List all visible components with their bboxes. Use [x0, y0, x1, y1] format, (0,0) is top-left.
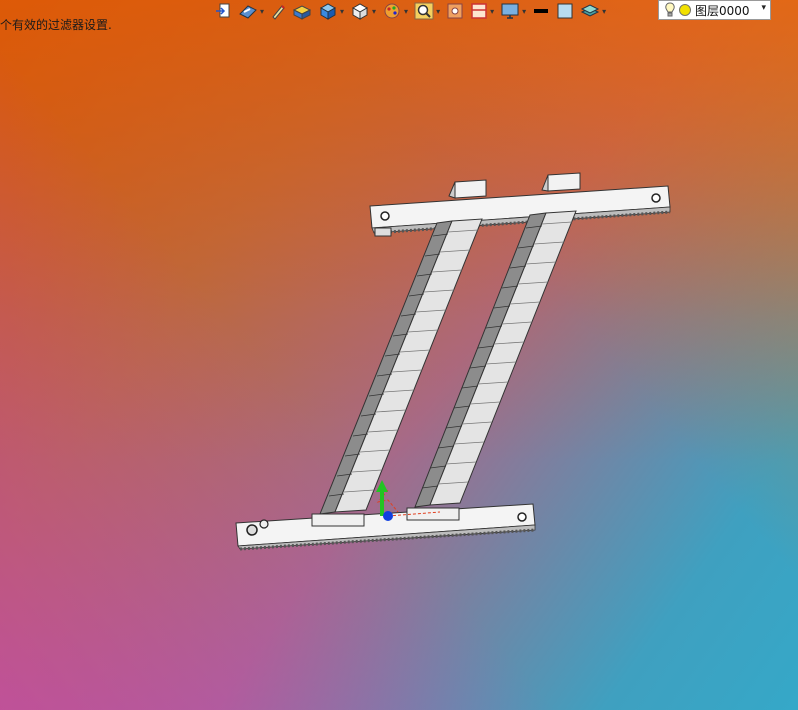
exit-sketch-button[interactable] [214, 1, 232, 21]
line-color-icon [534, 9, 549, 13]
monitor-icon [501, 3, 519, 19]
zoom-icon [414, 2, 434, 20]
fill-color-icon [557, 3, 573, 19]
edit-pen-button[interactable] [270, 1, 286, 21]
hide-show-button[interactable]: ▾ [350, 1, 376, 21]
conveyor-frame-model[interactable] [0, 0, 798, 710]
layer-stack-icon [580, 4, 600, 17]
edit-appearance-button[interactable]: ▾ [382, 1, 408, 21]
section-view-button[interactable] [292, 1, 312, 21]
edit-pen-icon [272, 5, 285, 20]
zoom-button[interactable]: ▾ [414, 1, 440, 21]
layer-name: 图层0000 [695, 3, 750, 18]
chevron-down-icon: ▾ [340, 6, 345, 16]
section-view-icon [292, 5, 312, 20]
camera-icon [447, 3, 463, 19]
chevron-down-icon: ▾ [260, 6, 265, 16]
camera-button[interactable] [446, 1, 464, 21]
view-cube-icon [352, 3, 369, 20]
chevron-down-icon: ▾ [372, 6, 377, 16]
fill-color-button[interactable] [556, 1, 574, 21]
chevron-down-icon: ▾ [436, 6, 441, 16]
split-view-icon [471, 3, 487, 19]
chevron-down-icon: ▾ [404, 6, 409, 16]
display-style-icon [320, 3, 337, 20]
dropdown-arrow-icon[interactable]: ▾ [761, 3, 766, 13]
appearance-icon [384, 3, 400, 19]
status-message: 个有效的过滤器设置. [0, 18, 112, 32]
line-color-button[interactable] [532, 1, 550, 21]
chevron-down-icon: ▾ [522, 6, 527, 16]
view-orientation-icon [239, 5, 257, 19]
view-orientation-button[interactable]: ▾ [238, 1, 264, 21]
exit-sketch-icon [216, 3, 230, 18]
render-tools-button[interactable]: ▾ [500, 1, 526, 21]
layer-properties-button[interactable]: ▾ [580, 1, 606, 21]
chevron-down-icon: ▾ [490, 6, 495, 16]
chevron-down-icon: ▾ [602, 6, 607, 16]
display-style-button[interactable]: ▾ [318, 1, 344, 21]
lightbulb-icon [665, 2, 675, 17]
layer-selector[interactable]: 图层0000 ▾ [658, 0, 771, 20]
heads-up-toolbar: ▾ ▾ ▾ ▾ ▾ ▾ ▾ ▾ [214, 0, 612, 22]
bottom-beam [235, 503, 536, 551]
layer-visible-icon [679, 4, 691, 16]
top-beam [369, 172, 671, 237]
view-layout-button[interactable]: ▾ [470, 1, 494, 21]
